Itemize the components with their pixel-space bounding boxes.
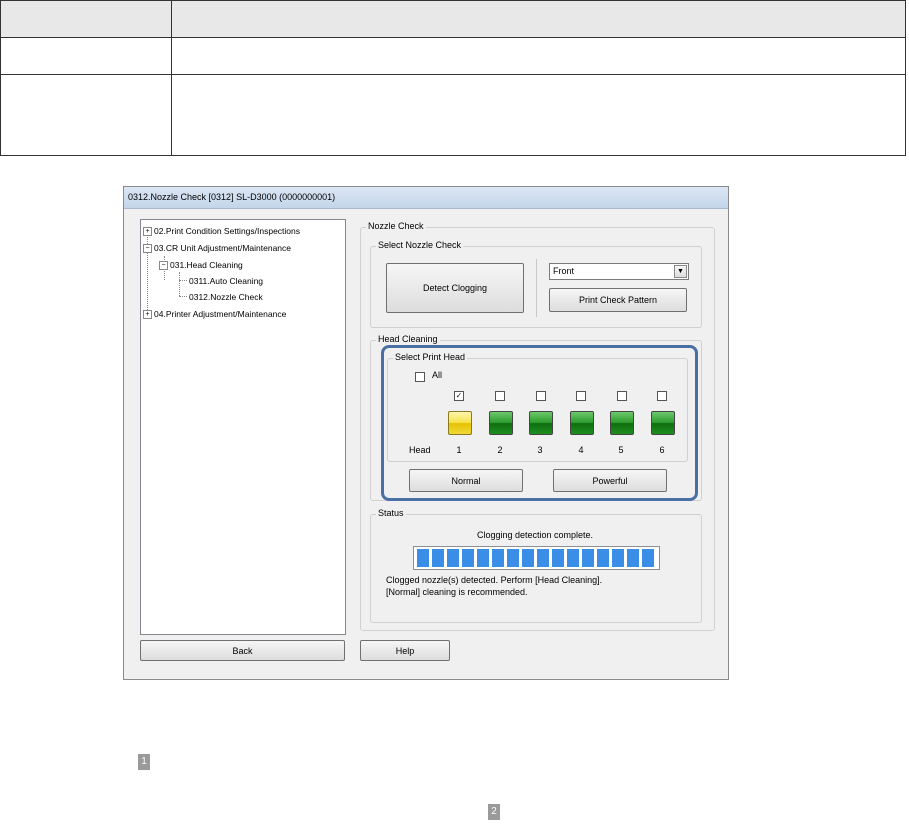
progress-segment (417, 549, 429, 567)
tree-item-label: 02.Print Condition Settings/Inspections (154, 226, 301, 236)
tree-item-label: 04.Printer Adjustment/Maintenance (154, 309, 287, 319)
window-title: 0312.Nozzle Check [0312] SL-D3000 (00000… (124, 187, 728, 209)
highlight-frame (381, 345, 698, 501)
step-marker-2: 2 (488, 804, 500, 820)
status-detail-line-2: [Normal] cleaning is recommended. (386, 587, 528, 597)
progress-segment (642, 549, 654, 567)
tree-line (179, 296, 187, 297)
tree-item-nozzle-check[interactable]: 0312.Nozzle Check (189, 292, 263, 302)
menu-tree[interactable]: +02.Print Condition Settings/Inspections… (140, 219, 346, 635)
collapse-icon[interactable]: − (143, 244, 152, 254)
progress-segment (627, 549, 639, 567)
print-check-pattern-button[interactable]: Print Check Pattern (549, 288, 687, 312)
progress-segment (582, 549, 594, 567)
tree-item-label: 031.Head Cleaning (170, 260, 243, 270)
divider (536, 259, 537, 317)
detect-clogging-button[interactable]: Detect Clogging (386, 263, 524, 313)
tree-line (179, 280, 187, 281)
table-header-row (0, 0, 906, 38)
progress-segment (612, 549, 624, 567)
doc-table (0, 0, 906, 156)
table-header-cell (0, 0, 172, 38)
collapse-icon[interactable]: − (159, 261, 168, 271)
nozzle-check-window: 0312.Nozzle Check [0312] SL-D3000 (00000… (123, 186, 729, 680)
group-label: Nozzle Check (366, 221, 426, 231)
status-detail-line-1: Clogged nozzle(s) detected. Perform [Hea… (386, 575, 603, 585)
progress-segment (477, 549, 489, 567)
progress-bar (413, 546, 660, 570)
progress-segment (507, 549, 519, 567)
status-message: Clogging detection complete. (476, 530, 594, 540)
table-header-cell (171, 0, 906, 38)
back-button[interactable]: Back (140, 640, 345, 661)
tree-item-label: 03.CR Unit Adjustment/Maintenance (154, 243, 292, 253)
step-marker-1: 1 (138, 754, 150, 770)
progress-segment (522, 549, 534, 567)
group-label: Head Cleaning (376, 334, 440, 344)
side-select-value: Front (553, 266, 575, 276)
expand-icon[interactable]: + (143, 310, 152, 320)
progress-segment (552, 549, 564, 567)
progress-segment (492, 549, 504, 567)
expand-icon[interactable]: + (143, 227, 152, 237)
table-cell (171, 74, 906, 156)
tree-item-label: 0312.Nozzle Check (189, 292, 263, 302)
tree-item-print-condition[interactable]: +02.Print Condition Settings/Inspections (143, 226, 301, 237)
table-row (0, 37, 906, 75)
tree-item-label: 0311.Auto Cleaning (189, 276, 264, 286)
table-cell (0, 37, 172, 75)
group-label: Select Nozzle Check (376, 240, 464, 250)
side-select[interactable]: Front ▼ (549, 263, 689, 280)
table-row (0, 74, 906, 156)
progress-segment (432, 549, 444, 567)
group-label: Status (376, 508, 406, 518)
progress-segment (537, 549, 549, 567)
help-button[interactable]: Help (360, 640, 450, 661)
tree-line (179, 272, 180, 296)
chevron-down-icon[interactable]: ▼ (674, 265, 687, 278)
table-cell (171, 37, 906, 75)
progress-segment (597, 549, 609, 567)
tree-item-auto-cleaning[interactable]: 0311.Auto Cleaning (189, 276, 263, 286)
tree-item-cr-unit[interactable]: −03.CR Unit Adjustment/Maintenance (143, 243, 292, 254)
progress-segment (567, 549, 579, 567)
tree-item-printer-adjustment[interactable]: +04.Printer Adjustment/Maintenance (143, 309, 287, 320)
tree-item-head-cleaning[interactable]: −031.Head Cleaning (159, 260, 243, 271)
progress-segment (462, 549, 474, 567)
table-cell (0, 74, 172, 156)
progress-segment (447, 549, 459, 567)
